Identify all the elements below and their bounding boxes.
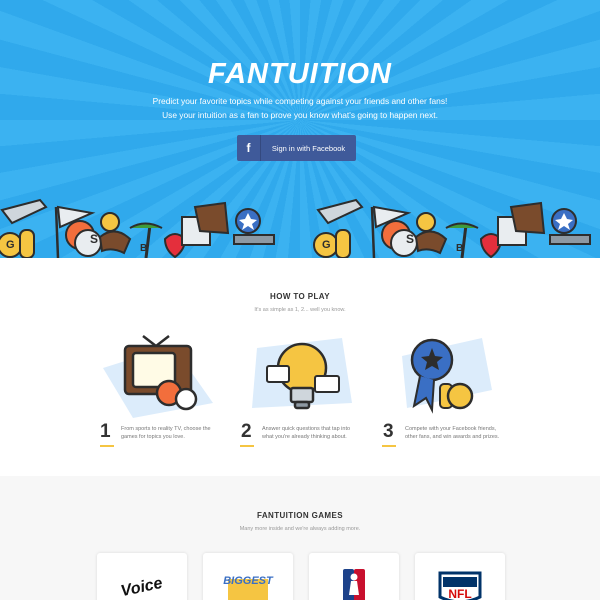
svg-text:B: B [456,243,463,254]
step-2-text: Answer quick questions that tap into wha… [262,426,351,440]
games-subtitle: Many more inside and we're always adding… [239,526,361,532]
svg-text:G: G [6,239,15,251]
how-to-play-section: HOW TO PLAY It's as simple as 1, 2... we… [0,258,600,476]
svg-text:G: G [322,239,331,251]
svg-text:B: B [140,243,147,254]
step-2-underline [240,445,254,447]
hero-tagline-secondary: Use your intuition as a fan to prove you… [162,110,438,120]
games-section: FANTUITION GAMES Many more inside and we… [0,476,600,600]
step-1-underline [100,445,114,447]
nfl-logo-text: NFL [448,587,471,600]
step-3-number: 3 [383,421,394,442]
game-card-nba[interactable] [309,553,399,600]
nfl-logo: NFL [438,571,482,600]
how-to-play-subtitle: It's as simple as 1, 2... well you know. [254,307,346,313]
biggest-loser-logo: BIGGEST [223,575,274,600]
voice-logo-text: Voice [119,575,164,600]
fan-icons-illustration: S G B S G B [0,198,591,258]
facebook-icon: f [237,135,261,161]
tv-sports-icon [103,335,213,418]
hero-banner: FANTUITION Predict your favorite topics … [0,0,600,258]
facebook-signin-label: Sign in with Facebook [271,143,346,153]
game-card-voice[interactable]: Voice [97,553,187,600]
facebook-signin-button[interactable]: f Sign in with Facebook [237,135,356,161]
step-3-text: Compete with your Facebook friends, othe… [405,426,500,440]
icon-repeat-right: S G B [313,198,591,258]
game-card-biggest-loser[interactable]: BIGGEST [203,553,293,600]
svg-text:S: S [90,232,98,246]
biggest-loser-logo-text: BIGGEST [223,575,274,587]
step-1-text: From sports to reality TV, choose the ga… [121,426,211,440]
hero-tagline-primary: Predict your favorite topics while compe… [152,96,448,106]
award-trophy-icon [402,338,492,414]
nba-logo [343,569,365,600]
how-to-play-title: HOW TO PLAY [270,292,330,301]
lightbulb-idea-icon [252,338,352,410]
step-1-number: 1 [100,421,111,442]
voice-logo: Voice [119,575,164,600]
step-3-underline [382,445,396,447]
games-title: FANTUITION GAMES [257,511,343,520]
icon-repeat-left: S G B [0,198,275,258]
svg-text:S: S [406,232,414,246]
fantuition-logo[interactable]: FANTUITION [0,58,600,91]
game-card-nfl[interactable]: NFL [415,553,505,600]
step-2-number: 2 [241,421,252,442]
